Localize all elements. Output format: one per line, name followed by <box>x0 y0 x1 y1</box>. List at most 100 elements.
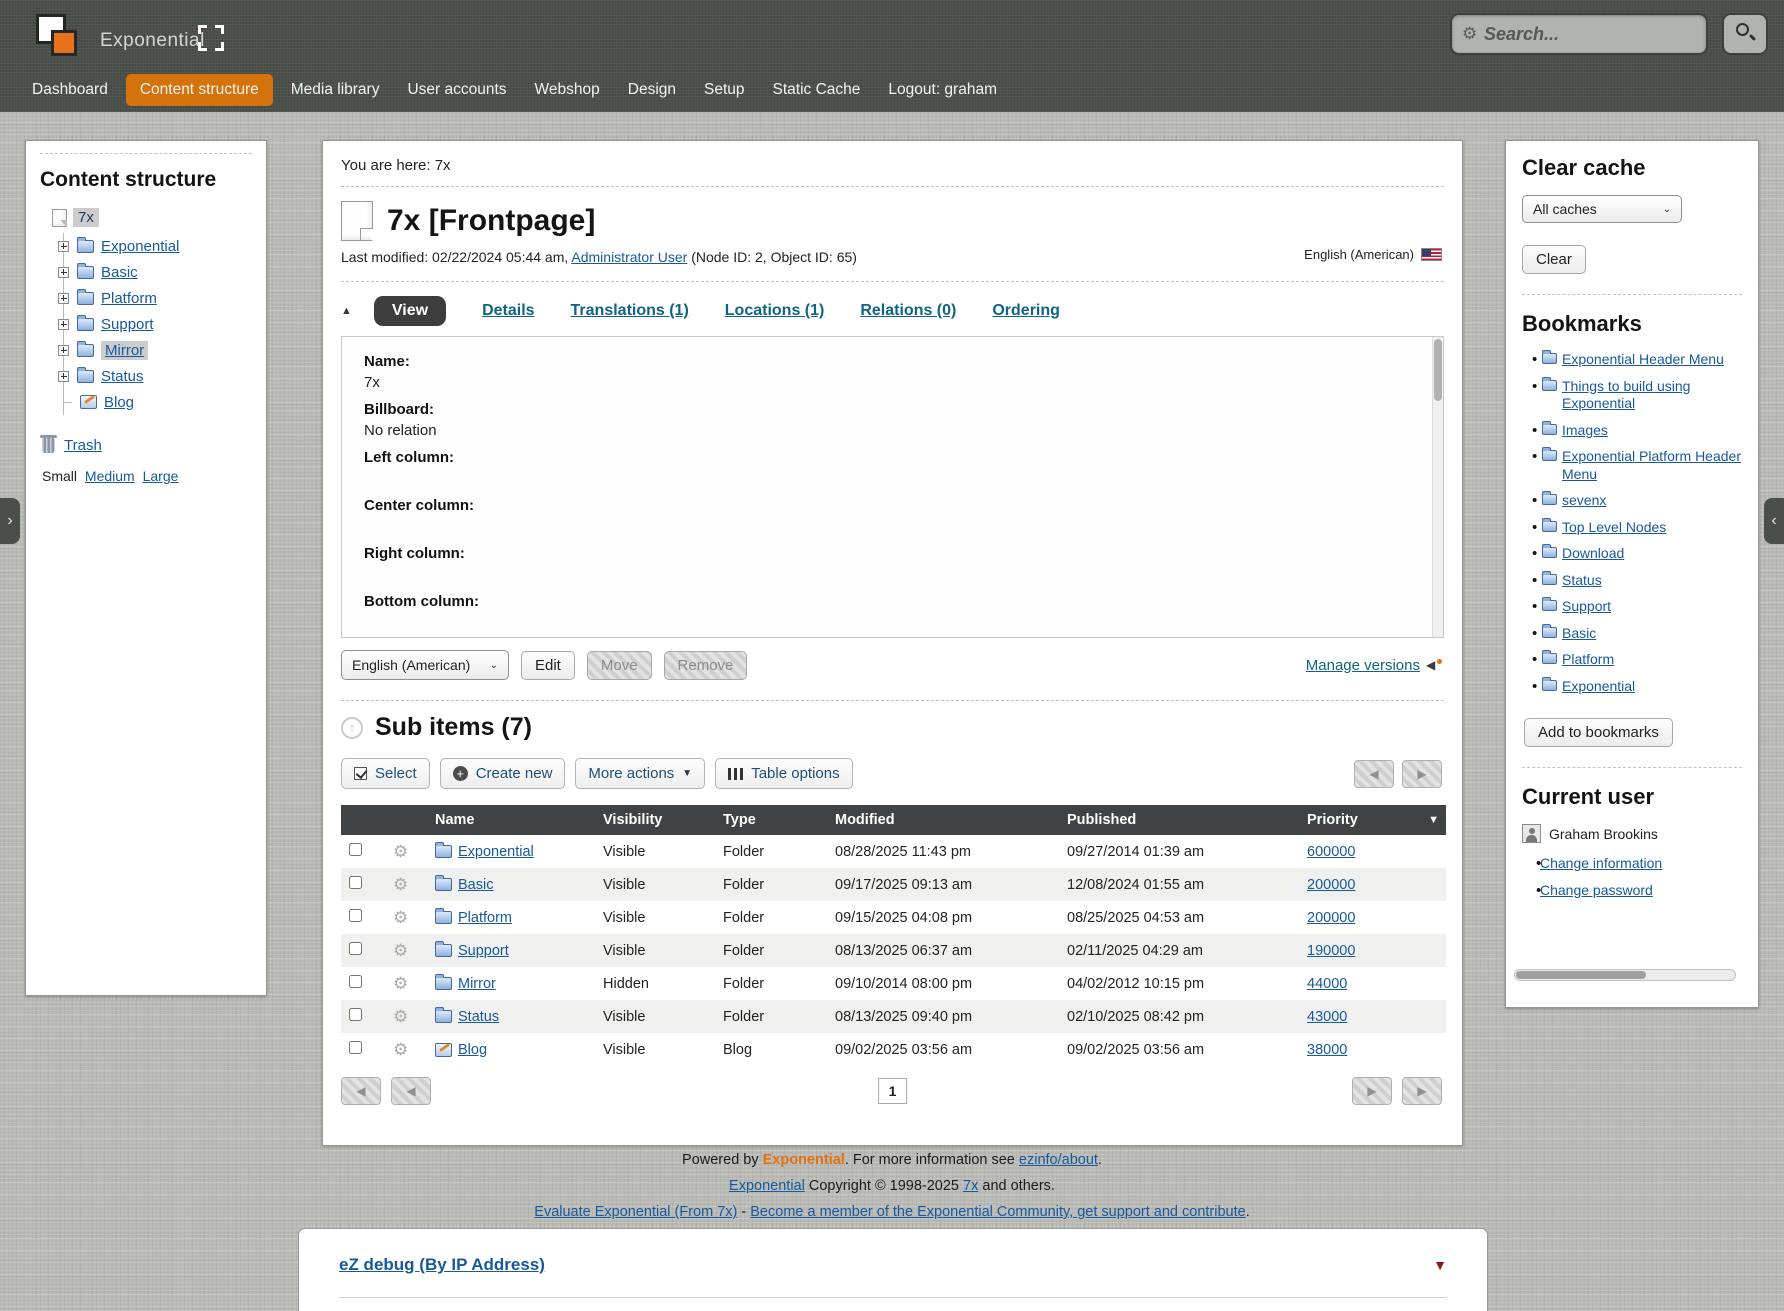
tree-item-support[interactable]: Support <box>64 311 252 337</box>
nav-webshop[interactable]: Webshop <box>525 74 610 106</box>
col-published[interactable]: Published <box>1059 805 1299 835</box>
exponential-link[interactable]: Exponential <box>729 1178 805 1194</box>
tree-item-label[interactable]: Exponential <box>101 238 179 255</box>
tree-item-label[interactable]: Platform <box>101 290 157 307</box>
bookmark-link[interactable]: sevenx <box>1562 492 1606 508</box>
edit-button[interactable]: Edit <box>521 651 575 680</box>
bookmark-link[interactable]: Exponential Header Menu <box>1562 351 1724 367</box>
gear-icon[interactable]: ⚙ <box>393 875 408 894</box>
trash-link[interactable]: Trash <box>64 437 102 454</box>
bookmark-link[interactable]: Things to build using Exponential <box>1562 378 1690 412</box>
row-checkbox[interactable] <box>349 975 362 988</box>
nav-user-accounts[interactable]: User accounts <box>397 74 516 106</box>
row-priority-link[interactable]: 190000 <box>1307 943 1355 959</box>
change-information-link[interactable]: Change information <box>1540 855 1662 871</box>
nav-content-structure[interactable]: Content structure <box>126 74 273 106</box>
language-select[interactable]: English (American) ⌄ <box>341 650 509 680</box>
tab-translations[interactable]: Translations (1) <box>571 302 689 320</box>
col-type[interactable]: Type <box>715 805 827 835</box>
evaluate-link[interactable]: Evaluate Exponential (From 7x) <box>534 1204 737 1220</box>
row-priority-link[interactable]: 44000 <box>1307 976 1347 992</box>
row-checkbox[interactable] <box>349 1041 362 1054</box>
size-medium-link[interactable]: Medium <box>85 468 135 484</box>
clear-cache-button[interactable]: Clear <box>1522 245 1586 274</box>
bookmark-link[interactable]: Exponential Platform Header Menu <box>1562 448 1741 482</box>
change-password-link[interactable]: Change password <box>1540 882 1653 898</box>
expand-icon[interactable] <box>58 293 69 304</box>
tree-root-link[interactable]: 7x <box>73 208 99 227</box>
bookmark-link[interactable]: Images <box>1562 422 1608 438</box>
row-priority-link[interactable]: 43000 <box>1307 1009 1347 1025</box>
add-to-bookmarks-button[interactable]: Add to bookmarks <box>1524 718 1673 747</box>
left-panel-toggle[interactable]: › <box>0 498 20 544</box>
row-checkbox[interactable] <box>349 909 362 922</box>
breadcrumb-current[interactable]: 7x <box>435 157 451 174</box>
tab-ordering[interactable]: Ordering <box>992 302 1060 320</box>
tree-root-node[interactable]: 7x <box>52 208 252 227</box>
gear-icon[interactable]: ⚙ <box>393 908 408 927</box>
tree-item-exponential[interactable]: Exponential <box>64 233 252 259</box>
row-priority-link[interactable]: 600000 <box>1307 844 1355 860</box>
tab-view[interactable]: View <box>374 296 446 326</box>
collapse-triangle-icon[interactable]: ▲ <box>341 305 352 317</box>
bookmark-link[interactable]: Platform <box>1562 651 1614 667</box>
row-name-link[interactable]: Blog <box>458 1042 487 1058</box>
search-input[interactable] <box>1484 19 1699 49</box>
nav-design[interactable]: Design <box>618 74 686 106</box>
bookmark-link[interactable]: Support <box>1562 598 1611 614</box>
row-checkbox[interactable] <box>349 942 362 955</box>
expand-icon[interactable] <box>58 345 69 356</box>
row-name-link[interactable]: Exponential <box>458 844 534 860</box>
bookmark-link[interactable]: Download <box>1562 545 1624 561</box>
expand-icon[interactable] <box>58 267 69 278</box>
row-checkbox[interactable] <box>349 876 362 889</box>
nav-media-library[interactable]: Media library <box>281 74 390 106</box>
tree-item-label[interactable]: Basic <box>101 264 138 281</box>
tree-item-platform[interactable]: Platform <box>64 285 252 311</box>
create-new-button[interactable]: + Create new <box>440 758 566 789</box>
community-link[interactable]: Become a member of the Exponential Commu… <box>750 1204 1245 1220</box>
gear-icon[interactable]: ⚙ <box>393 1007 408 1026</box>
debug-toggle-icon[interactable]: ▼ <box>1433 1257 1447 1273</box>
horizontal-scrollbar[interactable] <box>1514 969 1736 981</box>
manage-versions-link[interactable]: Manage versions <box>1306 657 1420 674</box>
more-actions-button[interactable]: More actions ▼ <box>575 758 705 789</box>
tree-item-label[interactable]: Status <box>101 368 144 385</box>
row-checkbox[interactable] <box>349 843 362 856</box>
col-visibility[interactable]: Visibility <box>595 805 715 835</box>
tab-locations[interactable]: Locations (1) <box>725 302 825 320</box>
ez-debug-title-link[interactable]: eZ debug (By IP Address) <box>339 1255 545 1275</box>
modified-user-link[interactable]: Administrator User <box>571 249 687 265</box>
search-button[interactable] <box>1722 13 1768 55</box>
sort-desc-icon[interactable]: ▼ <box>1428 814 1439 826</box>
gear-icon[interactable]: ⚙ <box>393 842 408 861</box>
expand-icon[interactable] <box>58 319 69 330</box>
up-arrow-icon[interactable]: ↑ <box>341 717 363 739</box>
bookmark-link[interactable]: Basic <box>1562 625 1596 641</box>
tree-item-label[interactable]: Mirror <box>101 341 148 360</box>
app-logo-icon[interactable] <box>36 14 86 64</box>
row-name-link[interactable]: Status <box>458 1009 499 1025</box>
col-modified[interactable]: Modified <box>827 805 1059 835</box>
trash-item[interactable]: Trash <box>42 437 252 454</box>
table-options-button[interactable]: Table options <box>715 758 852 789</box>
tree-item-status[interactable]: Status <box>64 363 252 389</box>
exponential-brand-link[interactable]: Exponential <box>763 1152 845 1168</box>
gear-icon[interactable]: ⚙ <box>393 941 408 960</box>
row-priority-link[interactable]: 200000 <box>1307 910 1355 926</box>
tree-item-label[interactable]: Support <box>101 316 154 333</box>
nav-logout[interactable]: Logout: graham <box>878 74 1007 106</box>
scrollbar-thumb[interactable] <box>1516 971 1646 979</box>
select-button[interactable]: Select <box>341 758 430 789</box>
sevenx-link[interactable]: 7x <box>963 1178 978 1194</box>
ezinfo-about-link[interactable]: ezinfo/about <box>1019 1152 1098 1168</box>
size-large-link[interactable]: Large <box>143 468 179 484</box>
tree-item-label[interactable]: Blog <box>104 394 134 411</box>
right-panel-toggle[interactable]: ‹ <box>1764 498 1784 544</box>
col-priority[interactable]: Priority▼ <box>1299 805 1446 835</box>
row-name-link[interactable]: Platform <box>458 910 512 926</box>
fullscreen-icon[interactable] <box>198 25 224 51</box>
row-name-link[interactable]: Mirror <box>458 976 496 992</box>
nav-dashboard[interactable]: Dashboard <box>22 74 118 106</box>
scrollbar-thumb[interactable] <box>1434 339 1442 401</box>
